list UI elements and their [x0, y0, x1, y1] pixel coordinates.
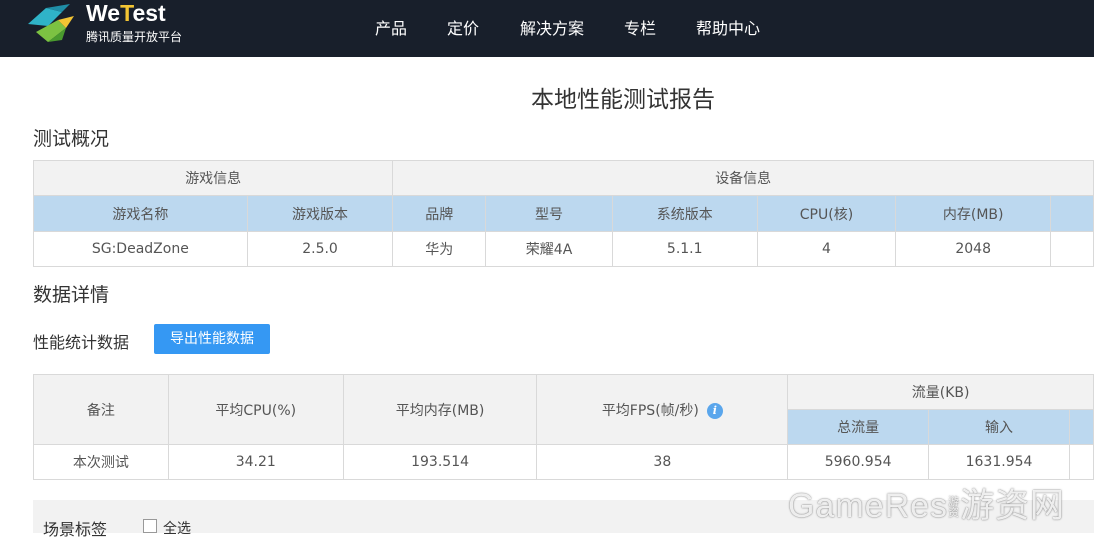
col-header-brand: 品牌 — [392, 195, 487, 232]
col-header-avg-fps: 平均FPS(帧/秒) i — [536, 374, 789, 445]
performance-table: 备注 平均CPU(%) 平均内存(MB) 平均FPS(帧/秒) i 流量(KB) … — [33, 374, 1094, 480]
nav-item-solutions[interactable]: 解决方案 — [520, 15, 584, 39]
cell-game-name: SG:DeadZone — [33, 231, 248, 267]
cell-cpu-cores: 4 — [756, 231, 897, 267]
col-header-note: 备注 — [33, 374, 169, 445]
top-navigation-bar: WeTest 腾讯质量开放平台 产品 定价 解决方案 专栏 帮助中心 — [0, 0, 1094, 57]
overview-section-title: 测试概况 — [33, 128, 110, 150]
nav-item-columns[interactable]: 专栏 — [624, 15, 656, 39]
col-header-avg-cpu: 平均CPU(%) — [167, 374, 344, 445]
cell-game-version: 2.5.0 — [246, 231, 394, 267]
nav-item-pricing[interactable]: 定价 — [447, 15, 479, 39]
logo-name[interactable]: WeTest — [86, 0, 166, 27]
gameres-watermark: GameRes游资游资网 — [788, 478, 1065, 527]
overview-table: 游戏信息 设备信息 游戏名称 游戏版本 品牌 型号 系统版本 CPU(核) 内存… — [32, 160, 1094, 267]
cell-avg-fps: 38 — [536, 444, 789, 480]
nav-item-help-center[interactable]: 帮助中心 — [696, 15, 760, 39]
cell-model: 荣耀4A — [485, 231, 613, 267]
scene-tag-label: 场景标签 — [43, 520, 108, 539]
avg-fps-label: 平均FPS(帧/秒) — [601, 402, 699, 419]
col-header-memory: 内存(MB) — [895, 195, 1052, 232]
col-header-model: 型号 — [485, 195, 613, 232]
game-info-group-header: 游戏信息 — [32, 160, 394, 196]
page-title: 本地性能测试报告 — [531, 87, 715, 113]
col-header-traffic-extra — [1068, 409, 1094, 445]
info-icon[interactable]: i — [706, 402, 723, 419]
select-all-checkbox[interactable] — [143, 519, 157, 533]
cell-avg-cpu: 34.21 — [167, 444, 344, 480]
col-header-game-name: 游戏名称 — [33, 195, 248, 232]
logo-name-t: T — [120, 0, 133, 26]
cell-extra — [1050, 231, 1094, 267]
cell-os-version: 5.1.1 — [611, 231, 758, 267]
cell-avg-memory: 193.514 — [342, 444, 538, 480]
cell-brand: 华为 — [392, 231, 487, 267]
logo-name-we: We — [86, 0, 121, 26]
device-info-group-header: 设备信息 — [392, 160, 1094, 196]
col-header-game-version: 游戏版本 — [246, 195, 394, 232]
wetest-logo-icon[interactable] — [22, 2, 78, 46]
cell-traffic-in: 1631.954 — [928, 444, 1070, 480]
cell-traffic-extra — [1068, 444, 1094, 480]
select-all-label[interactable]: 全选 — [163, 518, 191, 538]
col-header-avg-memory: 平均内存(MB) — [342, 374, 538, 445]
col-header-traffic: 流量(KB) — [787, 374, 1094, 410]
export-perf-data-button[interactable]: 导出性能数据 — [154, 324, 270, 354]
watermark-small: 游资 — [948, 496, 961, 520]
col-header-traffic-in: 输入 — [928, 409, 1070, 445]
watermark-cn: 游资网 — [960, 487, 1066, 525]
cell-traffic-total: 5960.954 — [787, 444, 930, 480]
col-header-extra — [1050, 195, 1094, 232]
cell-memory: 2048 — [895, 231, 1052, 267]
perf-stats-label: 性能统计数据 — [33, 333, 130, 352]
col-header-cpu-cores: CPU(核) — [756, 195, 897, 232]
watermark-text: GameRes — [788, 487, 949, 525]
logo-subtitle: 腾讯质量开放平台 — [86, 30, 183, 44]
logo-name-rest: est — [132, 0, 166, 26]
col-header-traffic-total: 总流量 — [787, 409, 930, 445]
cell-note: 本次测试 — [33, 444, 169, 480]
nav-item-products[interactable]: 产品 — [375, 15, 407, 39]
details-section-title: 数据详情 — [33, 284, 110, 306]
col-header-os-version: 系统版本 — [611, 195, 758, 232]
